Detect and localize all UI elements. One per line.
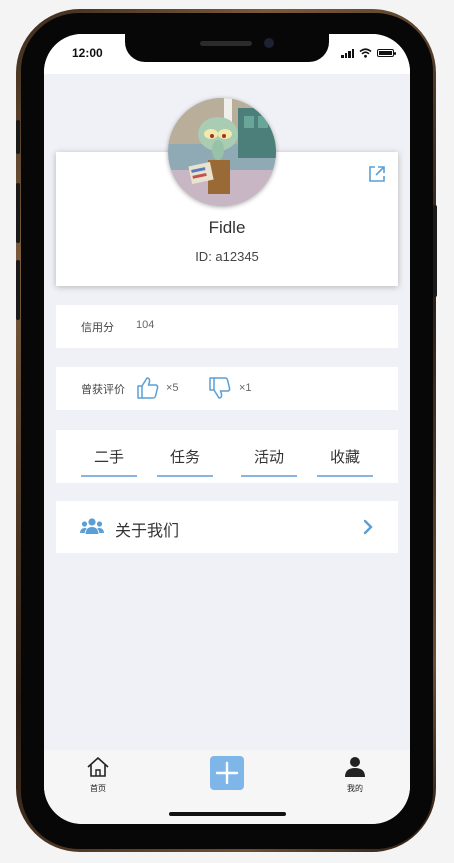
- tab-tasks[interactable]: 任务: [157, 430, 213, 483]
- tabbar-mine-label: 我的: [347, 784, 363, 793]
- likes-count: ×5: [166, 382, 179, 394]
- user-icon: [345, 757, 365, 777]
- tabbar-home[interactable]: 首页: [78, 756, 118, 794]
- username: Fidle: [208, 218, 246, 237]
- add-button[interactable]: [210, 756, 244, 790]
- signal-icon: [341, 48, 354, 58]
- users-icon: [80, 518, 104, 534]
- notch: [125, 34, 329, 62]
- phone-side-button: [16, 120, 20, 154]
- share-icon[interactable]: [368, 165, 386, 183]
- tab-label: 活动: [253, 449, 284, 466]
- status-bar: 12:00: [44, 34, 410, 74]
- ratings-label: 曾获评价: [81, 384, 125, 396]
- dislikes-count: ×1: [239, 382, 252, 394]
- battery-icon: [377, 49, 396, 57]
- plus-icon: [215, 761, 239, 785]
- user-id: ID: a12345: [195, 249, 259, 264]
- credit-score-value: 104: [136, 319, 155, 331]
- status-icons: [341, 48, 396, 58]
- phone-side-button: [16, 260, 20, 320]
- phone-side-button: [433, 205, 437, 297]
- chevron-right-icon: [363, 519, 373, 535]
- about-us-row[interactable]: 关于我们: [56, 501, 398, 553]
- category-tabs: 二手 任务 活动 收藏: [56, 430, 398, 483]
- camera: [264, 38, 274, 48]
- credit-score-row: 信用分 104: [56, 305, 398, 348]
- thumbs-up-icon: [137, 377, 159, 399]
- ratings-row: 曾获评价 ×5 ×1: [56, 367, 398, 410]
- home-icon: [87, 757, 109, 777]
- tab-underline: [241, 475, 297, 477]
- status-time: 12:00: [72, 46, 103, 60]
- wifi-icon: [359, 48, 372, 58]
- app-screen: 12:00 Fidle ID: a12345 信用分 104 曾获评价 ×5 ×…: [44, 34, 410, 824]
- tab-label: 二手: [93, 449, 124, 466]
- tab-label: 收藏: [329, 449, 360, 466]
- avatar[interactable]: [168, 98, 276, 206]
- tab-label: 任务: [169, 449, 200, 466]
- tabbar-mine[interactable]: 我的: [335, 756, 375, 794]
- tabbar-home-label: 首页: [90, 784, 106, 793]
- tab-underline: [317, 475, 373, 477]
- home-indicator: [169, 812, 286, 816]
- tab-underline: [157, 475, 213, 477]
- speaker: [200, 41, 252, 46]
- credit-score-label: 信用分: [81, 322, 114, 334]
- tab-underline: [81, 475, 137, 477]
- avatar-image: [168, 98, 276, 206]
- phone-side-button: [16, 183, 20, 243]
- tab-secondhand[interactable]: 二手: [81, 430, 137, 483]
- thumbs-down-icon: [209, 377, 231, 399]
- tab-activities[interactable]: 活动: [241, 430, 297, 483]
- tab-favorites[interactable]: 收藏: [317, 430, 373, 483]
- about-us-label: 关于我们: [115, 523, 180, 540]
